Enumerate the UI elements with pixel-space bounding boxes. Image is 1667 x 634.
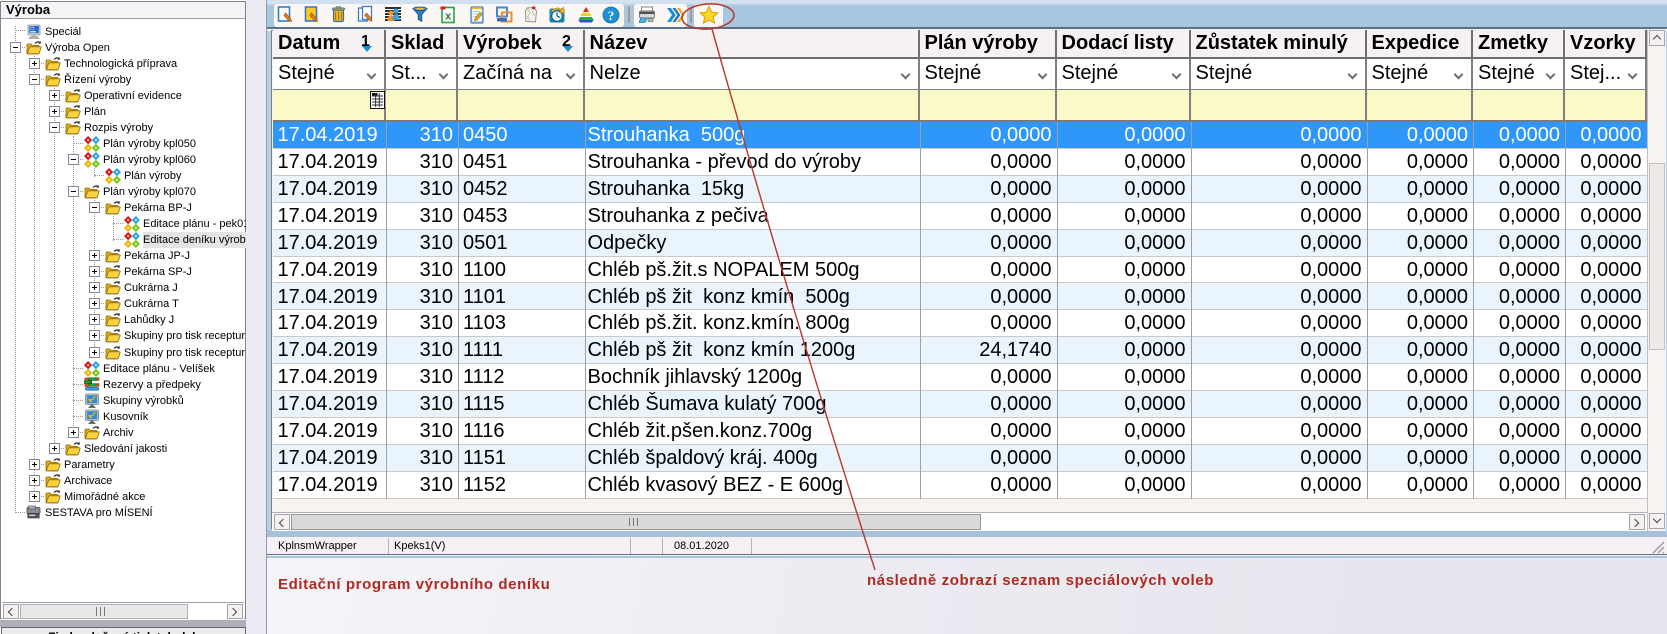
svg-text:x: x [445,11,452,23]
svg-text:?: ? [608,8,615,23]
